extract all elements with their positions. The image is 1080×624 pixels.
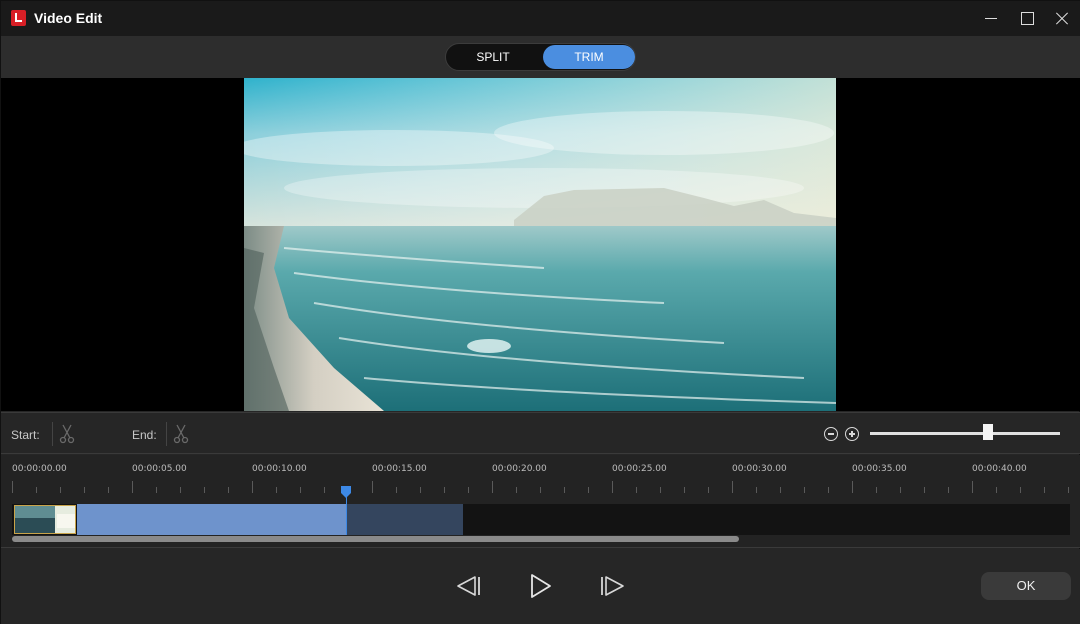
video-preview-area	[1, 78, 1080, 411]
ruler-minor-tick	[36, 487, 37, 493]
cut-controls: Start: End:	[1, 412, 1080, 454]
playhead-marker-icon	[341, 486, 351, 498]
ruler-major-tick	[972, 481, 973, 493]
play-button[interactable]	[525, 571, 555, 601]
ruler-minor-tick	[780, 487, 781, 493]
ruler-minor-tick	[588, 487, 589, 493]
ruler-minor-tick	[228, 487, 229, 493]
minimize-button[interactable]	[973, 1, 1009, 36]
ruler-label: 00:00:15.00	[372, 464, 427, 474]
ruler-minor-tick	[516, 487, 517, 493]
ruler-major-tick	[372, 481, 373, 493]
ruler-minor-tick	[1020, 487, 1021, 493]
timeline-scrollbar[interactable]	[12, 536, 739, 542]
ruler-minor-tick	[1068, 487, 1069, 493]
ruler-major-tick	[852, 481, 853, 493]
ruler-minor-tick	[108, 487, 109, 493]
trim-tab[interactable]: TRIM	[543, 45, 635, 69]
ruler-label: 00:00:30.00	[732, 464, 787, 474]
ruler-minor-tick	[660, 487, 661, 493]
ruler-minor-tick	[180, 487, 181, 493]
divider	[166, 422, 167, 446]
scissors-icon	[59, 424, 75, 444]
ruler-minor-tick	[276, 487, 277, 493]
ruler-minor-tick	[948, 487, 949, 493]
previous-frame-button[interactable]	[453, 571, 483, 601]
previous-frame-icon	[457, 576, 480, 596]
ruler-minor-tick	[540, 487, 541, 493]
ruler-major-tick	[732, 481, 733, 493]
ruler-minor-tick	[444, 487, 445, 493]
zoom-slider-track[interactable]	[870, 432, 1060, 435]
zoom-in-icon[interactable]	[845, 427, 859, 441]
video-edit-window: Video Edit SPLIT TRIM Start: End: 00:00:…	[0, 0, 1080, 624]
ruler-minor-tick	[924, 487, 925, 493]
ruler-minor-tick	[1044, 487, 1045, 493]
clip-thumbnail-image	[15, 506, 75, 533]
ruler-major-tick	[132, 481, 133, 493]
ruler-minor-tick	[684, 487, 685, 493]
ok-button[interactable]: OK	[981, 572, 1071, 600]
ruler-label: 00:00:35.00	[852, 464, 907, 474]
ruler-minor-tick	[84, 487, 85, 493]
next-frame-button[interactable]	[598, 571, 628, 601]
ruler-minor-tick	[156, 487, 157, 493]
start-cut-button[interactable]	[58, 424, 76, 444]
close-button[interactable]	[1044, 1, 1080, 36]
ruler-label: 00:00:05.00	[132, 464, 187, 474]
timeline: 00:00:00.00 00:00:05.00 00:00:10.00 00:0…	[1, 455, 1080, 548]
clip-thumbnail[interactable]	[14, 505, 76, 534]
ruler-label: 00:00:25.00	[612, 464, 667, 474]
trim-range-selected[interactable]	[77, 504, 346, 535]
video-frame[interactable]	[244, 78, 836, 411]
ruler-minor-tick	[204, 487, 205, 493]
ruler-major-tick	[492, 481, 493, 493]
beach-video-still	[244, 78, 836, 411]
ruler-minor-tick	[828, 487, 829, 493]
ruler-major-tick	[12, 481, 13, 493]
ruler-minor-tick	[636, 487, 637, 493]
playback-controls: OK	[1, 549, 1080, 624]
window-title: Video Edit	[34, 10, 103, 26]
start-label: Start:	[11, 428, 40, 442]
ruler-minor-tick	[468, 487, 469, 493]
ruler-minor-tick	[420, 487, 421, 493]
end-cut-button[interactable]	[172, 424, 190, 444]
scissors-icon	[173, 424, 189, 444]
maximize-button[interactable]	[1009, 1, 1045, 36]
ruler-minor-tick	[324, 487, 325, 493]
ruler-minor-tick	[876, 487, 877, 493]
ruler-minor-tick	[396, 487, 397, 493]
mode-toolbar: SPLIT TRIM	[1, 36, 1080, 78]
play-icon	[531, 574, 551, 598]
ruler-minor-tick	[804, 487, 805, 493]
zoom-slider-thumb[interactable]	[982, 424, 993, 440]
ruler-minor-tick	[60, 487, 61, 493]
ruler-minor-tick	[564, 487, 565, 493]
ruler-minor-tick	[708, 487, 709, 493]
zoom-out-icon[interactable]	[824, 427, 838, 441]
ruler-minor-tick	[900, 487, 901, 493]
ruler-minor-tick	[996, 487, 997, 493]
next-frame-icon	[601, 576, 624, 596]
trim-range-remaining[interactable]	[346, 504, 463, 535]
title-bar: Video Edit	[1, 1, 1080, 36]
playhead-handle[interactable]	[340, 485, 352, 498]
divider	[52, 422, 53, 446]
ruler-label: 00:00:40.00	[972, 464, 1027, 474]
ruler-label: 00:00:10.00	[252, 464, 307, 474]
mode-toggle: SPLIT TRIM	[445, 43, 636, 71]
split-tab[interactable]: SPLIT	[447, 45, 539, 69]
ruler-label: 00:00:20.00	[492, 464, 547, 474]
ruler-major-tick	[252, 481, 253, 493]
ruler-label: 00:00:00.00	[12, 464, 67, 474]
ruler-minor-tick	[300, 487, 301, 493]
ruler-major-tick	[612, 481, 613, 493]
end-label: End:	[132, 428, 157, 442]
app-logo-icon	[11, 10, 26, 26]
ruler-minor-tick	[756, 487, 757, 493]
